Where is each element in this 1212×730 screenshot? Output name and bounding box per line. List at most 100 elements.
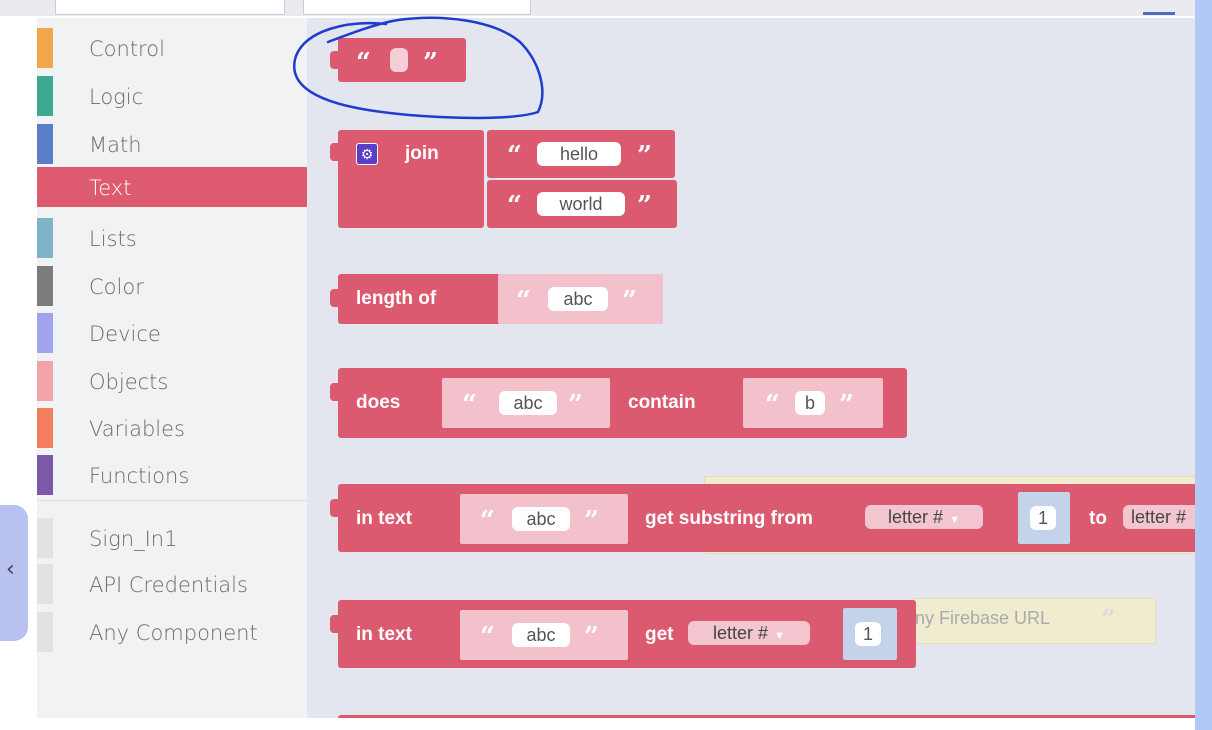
close-quote-icon: ” — [637, 191, 652, 221]
text-field-abc[interactable]: abc — [548, 287, 608, 311]
open-quote-icon: “ — [516, 286, 531, 316]
open-quote-icon: “ — [462, 390, 477, 420]
category-text[interactable]: Text — [37, 167, 307, 207]
block-connector — [330, 615, 339, 633]
blocks-toolbox: Control Logic Math Text Lists Color Devi… — [37, 18, 307, 718]
category-logic[interactable]: Logic — [37, 76, 307, 116]
circle-annotation — [293, 16, 544, 120]
text-field-hello[interactable]: hello — [537, 142, 621, 166]
contain-label: contain — [628, 392, 696, 413]
category-color-swatch — [37, 218, 53, 258]
in-text-label: in text — [356, 624, 412, 645]
component-label: API Credentials — [89, 573, 248, 597]
open-quote-icon: “ — [480, 622, 495, 652]
category-objects[interactable]: Objects — [37, 361, 307, 401]
background-block-text: ny Firebase URL — [915, 608, 1051, 628]
category-color-swatch — [37, 76, 53, 116]
text-block-hello[interactable]: “ hello ” — [487, 130, 675, 178]
component-api-credentials[interactable]: API Credentials — [37, 564, 307, 604]
category-label: Color — [89, 275, 144, 299]
category-label: Math — [89, 133, 142, 157]
number-field-index[interactable]: 1 — [855, 622, 881, 646]
length-of-block[interactable]: length of “ abc ” — [330, 274, 663, 324]
does-contain-block[interactable]: does “ abc ” contain “ b ” — [330, 368, 907, 438]
text-field-world[interactable]: world — [537, 192, 625, 216]
category-label: Control — [89, 37, 165, 61]
block-connector — [330, 143, 339, 161]
text-field-abc[interactable]: abc — [499, 391, 557, 415]
gear-icon[interactable]: ⚙ — [356, 143, 378, 165]
component-swatch — [37, 518, 53, 558]
background-block: ny Firebase URL ” — [912, 598, 1156, 644]
close-quote-icon: ” — [584, 506, 599, 536]
category-label: Functions — [89, 464, 190, 488]
close-quote-icon: ” — [584, 622, 599, 652]
text-field-abc[interactable]: abc — [512, 507, 570, 531]
open-quote-icon: “ — [480, 506, 495, 536]
active-tab-indicator — [1143, 12, 1175, 15]
open-quote-icon: “ — [507, 141, 522, 171]
category-variables[interactable]: Variables — [37, 408, 307, 448]
component-sign-in1[interactable]: Sign_In1 — [37, 518, 307, 558]
text-input-slot[interactable]: “ abc ” — [442, 378, 610, 428]
category-color-swatch — [37, 28, 53, 68]
next-text-block[interactable] — [338, 715, 1195, 718]
letter-mode-dropdown[interactable]: letter # ▼ — [865, 505, 983, 529]
get-substring-block[interactable]: in text “ abc ” get substring from lette… — [330, 484, 1195, 552]
text-input-slot[interactable]: “ b ” — [743, 378, 883, 428]
category-device[interactable]: Device — [37, 313, 307, 353]
category-label: Objects — [89, 370, 169, 394]
component-swatch — [37, 564, 53, 604]
close-quote-icon: ” — [622, 286, 637, 316]
category-color-swatch — [37, 455, 53, 495]
join-block[interactable]: ⚙ join — [330, 130, 484, 228]
category-color-swatch — [37, 124, 53, 164]
category-label: Text — [89, 176, 132, 200]
category-color[interactable]: Color — [37, 266, 307, 306]
component-label: Any Component — [89, 621, 258, 645]
text-block-world[interactable]: “ world ” — [487, 180, 677, 228]
get-letter-block[interactable]: in text “ abc ” get letter # ▼ 1 — [330, 600, 916, 668]
category-color-swatch — [37, 361, 53, 401]
number-field-from[interactable]: 1 — [1030, 506, 1056, 530]
open-quote-icon: “ — [507, 191, 522, 221]
category-functions[interactable]: Functions — [37, 455, 307, 495]
close-quote-icon: ” — [1101, 605, 1116, 635]
category-color-swatch — [37, 408, 53, 448]
vertical-scrollbar[interactable] — [1195, 0, 1212, 730]
text-field-abc[interactable]: abc — [512, 623, 570, 647]
workspace-tab[interactable] — [303, 0, 531, 15]
text-input-slot[interactable]: “ abc ” — [460, 610, 628, 660]
category-label: Logic — [89, 85, 144, 109]
category-color-swatch — [37, 313, 53, 353]
tab-strip — [0, 0, 1195, 16]
get-substring-label: get substring from — [645, 508, 813, 529]
to-label: to — [1089, 508, 1107, 529]
annotation-stroke — [293, 16, 544, 120]
collapse-panel-button[interactable]: ‹ — [0, 505, 28, 641]
text-field-b[interactable]: b — [795, 391, 825, 415]
text-input-slot[interactable]: “ abc ” — [498, 274, 663, 324]
block-connector — [330, 289, 339, 307]
component-any-component[interactable]: Any Component — [37, 612, 307, 652]
get-label: get — [645, 624, 674, 645]
category-color-swatch — [37, 167, 53, 207]
search-box[interactable] — [55, 0, 285, 15]
number-input-slot[interactable]: 1 — [843, 608, 897, 660]
component-label: Sign_In1 — [89, 527, 178, 551]
text-input-slot[interactable]: “ abc ” — [460, 494, 628, 544]
number-input-slot[interactable]: 1 — [1018, 492, 1070, 544]
block-connector — [330, 499, 339, 517]
category-control[interactable]: Control — [37, 28, 307, 68]
dropdown-caret-icon: ▼ — [774, 630, 785, 642]
category-lists[interactable]: Lists — [37, 218, 307, 258]
chevron-left-icon: ‹ — [6, 557, 15, 582]
letter-mode-dropdown-2[interactable]: letter # — [1123, 505, 1195, 529]
block-connector — [330, 383, 339, 401]
in-text-label: in text — [356, 508, 412, 529]
dropdown-value: letter # — [888, 507, 944, 527]
close-quote-icon: ” — [568, 390, 583, 420]
category-math[interactable]: Math — [37, 124, 307, 164]
dropdown-value: letter # — [713, 623, 769, 643]
letter-mode-dropdown[interactable]: letter # ▼ — [688, 621, 810, 645]
